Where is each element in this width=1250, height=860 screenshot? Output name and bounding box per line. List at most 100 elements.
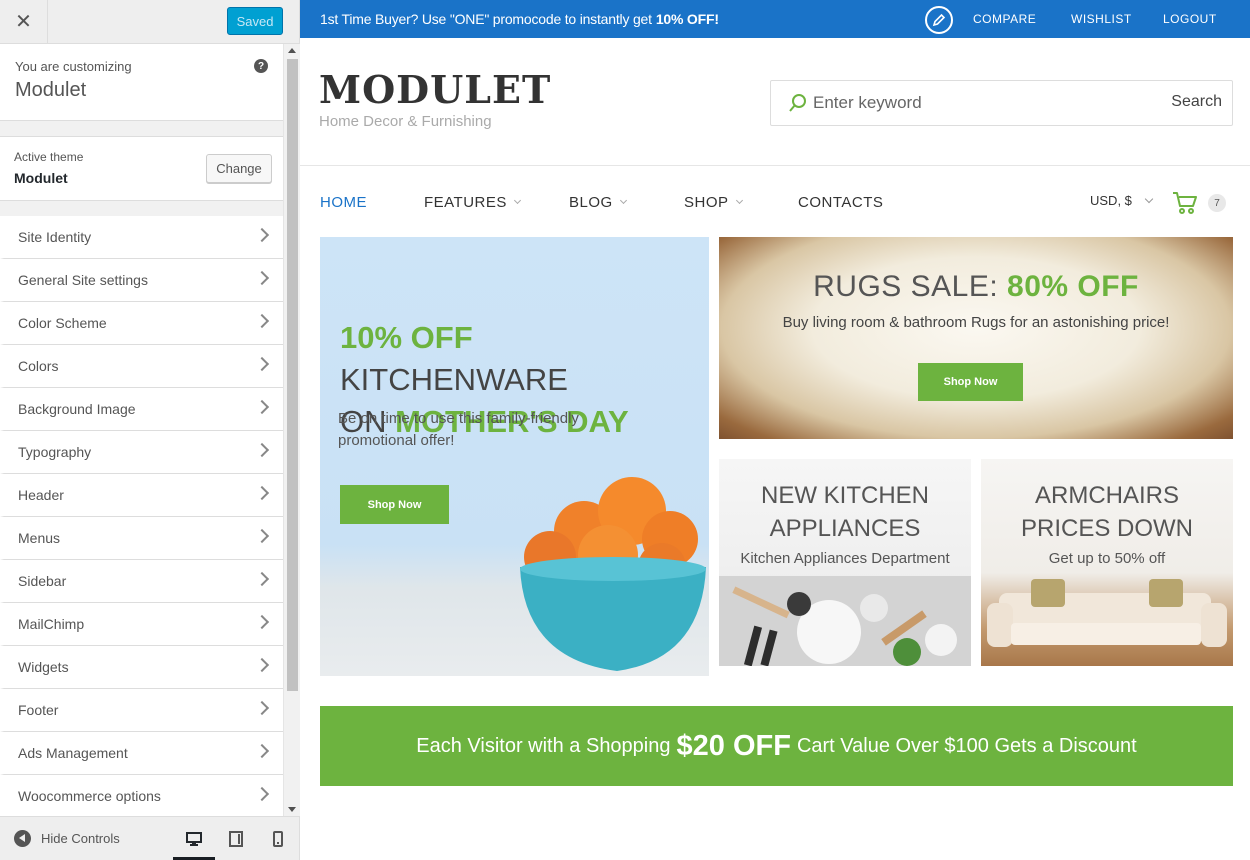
- customizer-header: ✕ Saved: [0, 0, 299, 44]
- rugs-sale-subtitle: Buy living room & bathroom Rugs for an a…: [782, 314, 1170, 331]
- menu-item-ads-management[interactable]: Ads Management: [0, 732, 283, 775]
- chevron-right-icon: [254, 700, 270, 716]
- rugs-sale-banner[interactable]: RUGS SALE: 80% OFF Buy living room & bat…: [719, 237, 1233, 439]
- chevron-right-icon: [254, 657, 270, 673]
- nav-label: BLOG: [569, 194, 613, 211]
- collapse-arrow-icon: [14, 830, 31, 847]
- compare-link[interactable]: COMPARE: [973, 12, 1036, 26]
- scroll-down-arrow-icon[interactable]: [288, 807, 296, 812]
- menu-item-label: Footer: [18, 702, 59, 718]
- chevron-down-icon: [619, 196, 627, 205]
- banner-title-text: PRICES DOWN: [1020, 515, 1193, 542]
- discount-promo-bar[interactable]: Each Visitor with a Shopping $20 OFF Car…: [320, 706, 1233, 786]
- menu-item-woocommerce-options[interactable]: Woocommerce options: [0, 775, 283, 816]
- menu-item-colors[interactable]: Colors: [0, 345, 283, 388]
- chevron-down-icon: [513, 196, 521, 205]
- banner-title-text: RUGS SALE:: [813, 270, 999, 303]
- chevron-right-icon: [254, 442, 270, 458]
- wishlist-link[interactable]: WISHLIST: [1071, 12, 1132, 26]
- site-title: Modulet: [15, 79, 87, 101]
- menu-item-header[interactable]: Header: [0, 474, 283, 517]
- rugs-sale-title: RUGS SALE: 80% OFF: [719, 270, 1233, 304]
- currency-label: USD, $: [1090, 193, 1132, 208]
- nav-label: HOME: [320, 194, 367, 211]
- chevron-down-icon: [735, 196, 743, 205]
- shop-now-button[interactable]: Shop Now: [918, 363, 1023, 401]
- armchairs-subtitle: Get up to 50% off: [1048, 550, 1166, 567]
- menu-item-widgets[interactable]: Widgets: [0, 646, 283, 689]
- nav-label: CONTACTS: [798, 194, 884, 211]
- chevron-right-icon: [254, 399, 270, 415]
- chevron-right-icon: [254, 485, 270, 501]
- hide-controls-button[interactable]: Hide Controls: [0, 830, 173, 847]
- menu-item-label: Menus: [18, 530, 61, 546]
- nav-shop[interactable]: SHOP: [684, 194, 743, 211]
- chevron-right-icon: [254, 313, 270, 329]
- nav-home[interactable]: HOME: [320, 194, 367, 211]
- menu-item-general-site-settings[interactable]: General Site settings: [0, 259, 283, 302]
- cart-icon[interactable]: [1172, 191, 1198, 220]
- menu-item-menus[interactable]: Menus: [0, 517, 283, 560]
- currency-selector[interactable]: USD, $: [1090, 193, 1154, 208]
- menu-item-label: Site Identity: [18, 229, 92, 245]
- menu-item-footer[interactable]: Footer: [0, 689, 283, 732]
- customizing-label: You are customizing: [15, 59, 132, 74]
- menu-item-label: Widgets: [18, 659, 69, 675]
- site-logo[interactable]: MODULET: [319, 67, 551, 112]
- promo-message: 1st Time Buyer? Use "ONE" promocode to i…: [320, 11, 652, 27]
- chevron-right-icon: [254, 571, 270, 587]
- customizer-scrollbar[interactable]: [283, 44, 300, 816]
- search-input[interactable]: [813, 93, 1153, 113]
- armchairs-banner[interactable]: ARMCHAIRS PRICES DOWN Get up to 50% off: [981, 459, 1233, 666]
- nav-label: SHOP: [684, 194, 729, 211]
- logout-link[interactable]: LOGOUT: [1163, 12, 1217, 26]
- scroll-up-arrow-icon[interactable]: [288, 48, 296, 53]
- menu-item-label: General Site settings: [18, 272, 148, 288]
- nav-features[interactable]: FEATURES: [424, 194, 521, 211]
- close-icon[interactable]: ✕: [0, 0, 48, 43]
- search-box: Search: [770, 80, 1233, 126]
- menu-item-label: Sidebar: [18, 573, 67, 589]
- kitchen-appliances-subtitle: Kitchen Appliances Department: [740, 550, 950, 567]
- menu-item-label: Color Scheme: [18, 315, 107, 331]
- banner-grid: 10% OFF KITCHENWARE ON MOTHER'S DAY Be o…: [320, 237, 1233, 677]
- shop-now-button[interactable]: Shop Now: [340, 485, 449, 524]
- banner-title-text: ARMCHAIRS: [1034, 482, 1179, 509]
- search-button[interactable]: Search: [1171, 93, 1222, 111]
- banner-highlight: 10% OFF: [340, 320, 473, 355]
- site-preview: 1st Time Buyer? Use "ONE" promocode to i…: [300, 0, 1250, 860]
- menu-item-site-identity[interactable]: Site Identity: [0, 216, 283, 259]
- menu-item-color-scheme[interactable]: Color Scheme: [0, 302, 283, 345]
- site-header: MODULET Home Decor & Furnishing Search: [300, 38, 1250, 166]
- chevron-right-icon: [254, 356, 270, 372]
- menu-item-typography[interactable]: Typography: [0, 431, 283, 474]
- armchairs-title: ARMCHAIRS PRICES DOWN: [981, 479, 1233, 545]
- menu-item-background-image[interactable]: Background Image: [0, 388, 283, 431]
- promo-discount: 10% OFF!: [655, 11, 719, 27]
- customizer-menu: Site Identity General Site settings Colo…: [0, 216, 283, 816]
- menu-item-sidebar[interactable]: Sidebar: [0, 560, 283, 603]
- scrollbar-thumb[interactable]: [287, 59, 298, 691]
- change-theme-button[interactable]: Change: [206, 154, 272, 183]
- customizer-footer: Hide Controls: [0, 816, 299, 860]
- menu-item-label: Colors: [18, 358, 59, 374]
- mobile-preview-button[interactable]: [257, 817, 299, 860]
- site-tagline: Home Decor & Furnishing: [319, 113, 492, 130]
- nav-contacts[interactable]: CONTACTS: [798, 194, 883, 211]
- chevron-right-icon: [254, 786, 270, 802]
- saved-button[interactable]: Saved: [227, 7, 283, 35]
- tablet-icon: [229, 830, 244, 847]
- kitchen-appliances-banner[interactable]: NEW KITCHEN APPLIANCES Kitchen Appliance…: [719, 459, 971, 666]
- desktop-preview-button[interactable]: [173, 817, 216, 860]
- promo-topbar: 1st Time Buyer? Use "ONE" promocode to i…: [300, 0, 1250, 38]
- chevron-right-icon: [254, 227, 270, 243]
- pencil-icon[interactable]: [925, 6, 953, 34]
- nav-blog[interactable]: BLOG: [569, 194, 627, 211]
- menu-item-mailchimp[interactable]: MailChimp: [0, 603, 283, 646]
- hide-controls-label: Hide Controls: [41, 831, 120, 846]
- tablet-preview-button[interactable]: [215, 817, 257, 860]
- promo-bar-post: Cart Value Over $100 Gets a Discount: [796, 734, 1137, 757]
- banner-highlight: 80% OFF: [1007, 270, 1139, 303]
- kitchenware-banner[interactable]: 10% OFF KITCHENWARE ON MOTHER'S DAY Be o…: [320, 237, 709, 676]
- help-icon[interactable]: ?: [254, 59, 268, 73]
